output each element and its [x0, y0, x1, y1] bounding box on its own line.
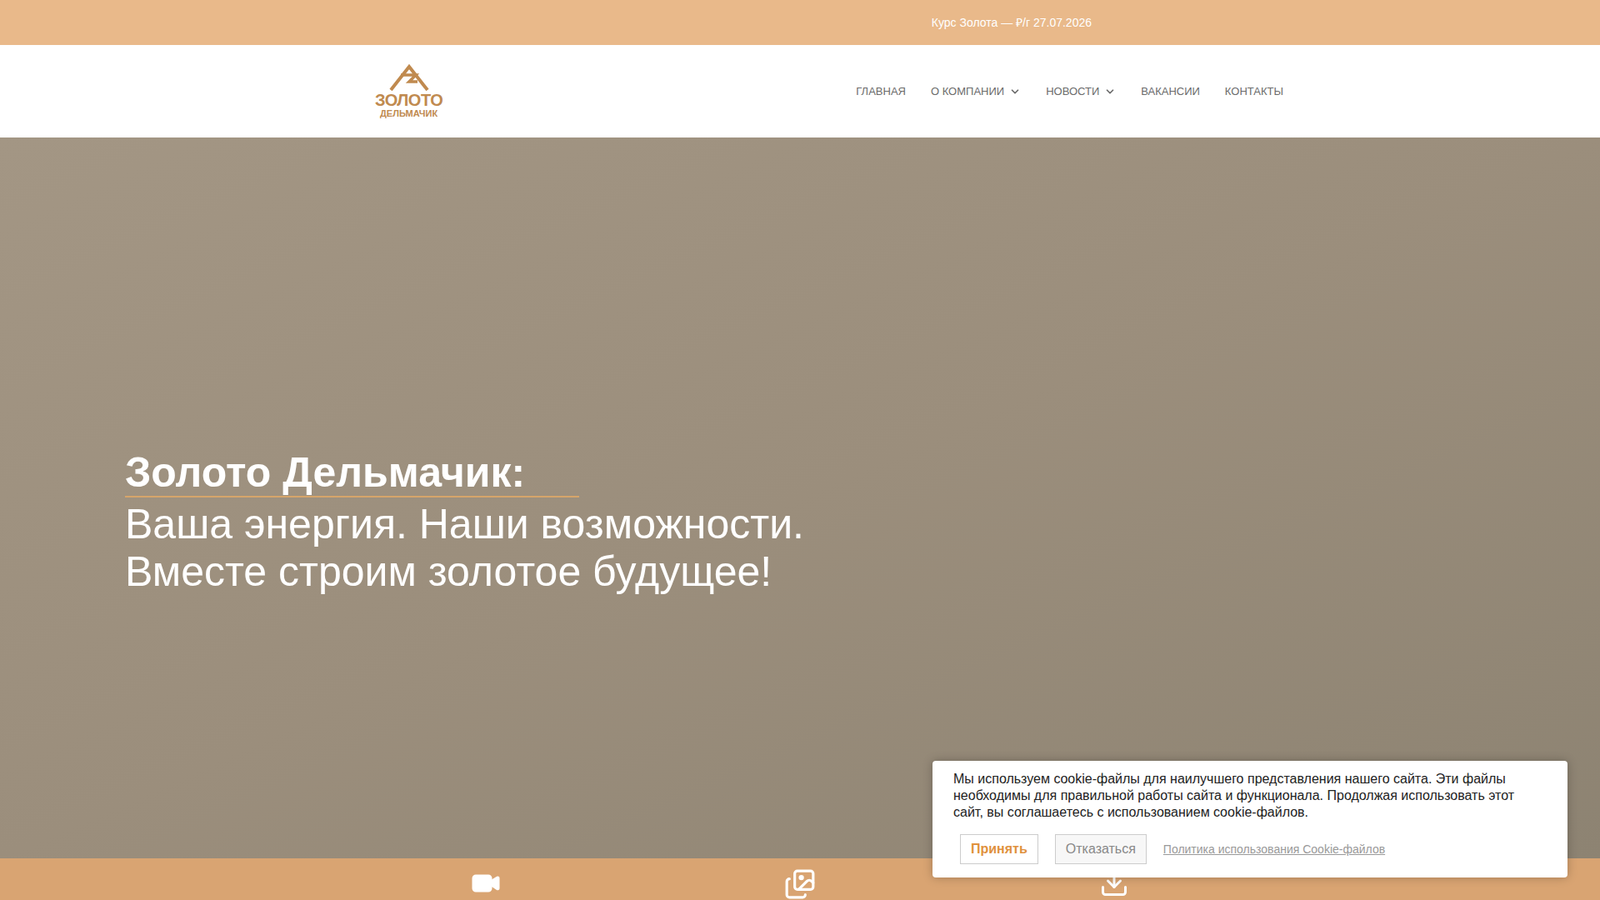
logo-icon: [384, 63, 435, 92]
cookie-banner: Мы используем cookie-файлы для наилучшег…: [932, 760, 1568, 878]
dropdown-icon: [1009, 85, 1021, 98]
dropdown-icon: [1104, 85, 1116, 98]
gold-rate: Курс Золота — ₽/г 27.07.2026: [931, 14, 1092, 32]
title-underline: [125, 495, 580, 498]
video-icon[interactable]: [470, 868, 501, 899]
nav-item[interactable]: КОНТАКТЫ: [1225, 83, 1284, 100]
cookie-text: Мы используем cookie-файлы для наилучшег…: [953, 770, 1547, 821]
header: ЗОЛОТОДЕЛЬМАЧИК ГЛАВНАЯ О КОМПАНИИ НОВОСТИ В…: [0, 45, 1600, 138]
main-nav: ГЛАВНАЯ О КОМПАНИИ НОВОСТИ ВАКАНСИИ КОНТАКТЫ: [855, 83, 1284, 100]
nav-item[interactable]: ГЛАВНАЯ: [855, 83, 906, 100]
logo-text: ДЕЛЬМАЧИК: [380, 108, 438, 120]
hero-subtitle: Ваша энергия. Наши возможности.: [125, 500, 1600, 550]
top-bar: Курс Золота — ₽/г 27.07.2026: [0, 0, 1600, 45]
logo[interactable]: ЗОЛОТОДЕЛЬМАЧИК: [375, 63, 443, 120]
nav-item[interactable]: ВАКАНСИИ: [1140, 83, 1200, 100]
cookie-actions: Принять Отказаться Политика использования …: [953, 834, 1547, 865]
nav-item[interactable]: О КОМПАНИИ: [930, 83, 1021, 100]
hero-subtitle: Вместе строим золотое будущее!: [125, 548, 1600, 597]
gallery-icon[interactable]: [784, 868, 816, 900]
page: Курс Золота — ₽/г 27.07.2026 ЗОЛОТОДЕЛЬМА…: [0, 0, 1600, 900]
logo-text: ЗОЛОТО: [375, 91, 443, 109]
decline-button[interactable]: Отказаться: [1055, 834, 1147, 865]
hero: Золото Дельмачик:Ваша энергия. Наши возм…: [0, 137, 1600, 859]
nav-item[interactable]: НОВОСТИ: [1045, 83, 1116, 100]
hero-title: Золото Дельмачик:: [125, 450, 1600, 496]
accept-button[interactable]: Принять: [960, 834, 1039, 865]
cookie-policy-link[interactable]: Политика использования Cookie-файлов: [1163, 840, 1385, 859]
